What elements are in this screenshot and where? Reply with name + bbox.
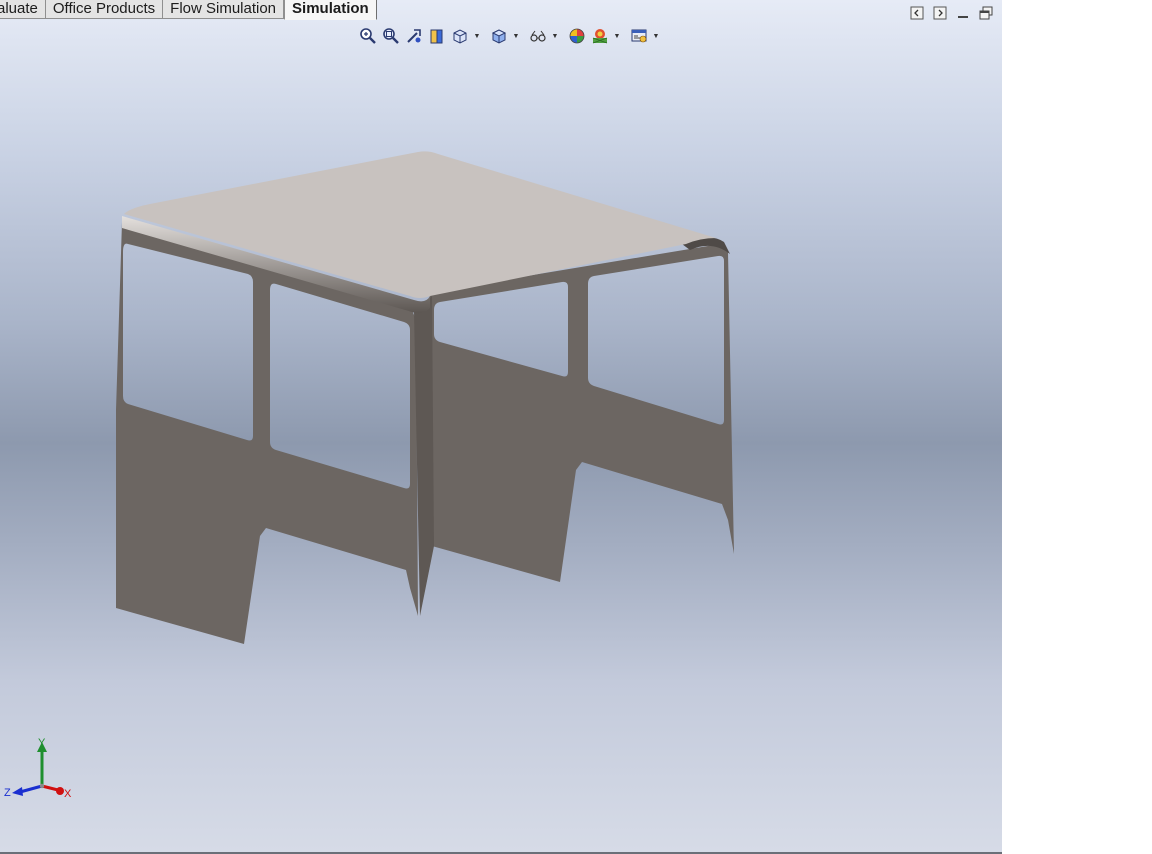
- section-view-button[interactable]: [427, 26, 447, 46]
- tile-right-icon: [933, 6, 947, 20]
- dynamic-annotation-button[interactable]: [450, 26, 470, 46]
- z-axis-label: Z: [4, 787, 11, 799]
- dynamic-annotation-icon: [453, 29, 467, 44]
- restore-icon: [979, 6, 993, 20]
- chevron-down-icon: ▼: [512, 32, 520, 40]
- reference-triad[interactable]: Y Z X: [2, 736, 78, 802]
- tab-evaluate[interactable]: aluate: [0, 0, 46, 19]
- view-settings-button[interactable]: [629, 26, 649, 46]
- minimize-button[interactable]: [954, 4, 972, 22]
- edit-appearance-icon: [569, 28, 585, 44]
- document-window-controls: [908, 4, 1000, 22]
- apply-scene-button[interactable]: [590, 26, 610, 46]
- right-side-panel[interactable]: [430, 244, 734, 582]
- view-orientation-dropdown[interactable]: ▼: [512, 26, 520, 46]
- dynamic-annotation-dropdown[interactable]: ▼: [473, 26, 481, 46]
- chevron-down-icon: ▼: [551, 32, 559, 40]
- tab-flow-simulation[interactable]: Flow Simulation: [163, 0, 285, 19]
- graphics-area[interactable]: aluate Office Products Flow Simulation S…: [0, 0, 1002, 852]
- restore-button[interactable]: [977, 4, 995, 22]
- command-manager-tabs: aluate Office Products Flow Simulation S…: [0, 0, 377, 20]
- tab-office-products[interactable]: Office Products: [45, 0, 164, 19]
- cab-model[interactable]: [0, 0, 1002, 852]
- z-axis-arrow: [19, 784, 43, 794]
- view-orientation-icon: [491, 29, 507, 44]
- solidworks-window: aluate Office Products Flow Simulation S…: [0, 0, 1152, 854]
- display-style-button[interactable]: [528, 26, 548, 46]
- x-axis-arrow: [41, 784, 59, 792]
- display-style-dropdown[interactable]: ▼: [551, 26, 559, 46]
- roof-panel[interactable]: [124, 151, 716, 298]
- tile-left-icon: [910, 6, 924, 20]
- y-axis-label: Y: [38, 737, 46, 749]
- chevron-down-icon: ▼: [652, 32, 660, 40]
- zoom-to-fit-icon: [360, 28, 376, 44]
- chevron-down-icon: ▼: [473, 32, 481, 40]
- chevron-down-icon: ▼: [613, 32, 621, 40]
- apply-scene-icon: [592, 29, 608, 44]
- display-style-icon: [530, 30, 546, 42]
- heads-up-view-toolbar: ▼ ▼ ▼ ▼ ▼: [358, 25, 668, 47]
- x-axis-label: X: [64, 788, 72, 800]
- apply-scene-dropdown[interactable]: ▼: [613, 26, 621, 46]
- previous-view-button[interactable]: [404, 26, 424, 46]
- zoom-to-area-button[interactable]: [381, 26, 401, 46]
- view-orientation-button[interactable]: [489, 26, 509, 46]
- tile-left-button[interactable]: [908, 4, 926, 22]
- tab-simulation[interactable]: Simulation: [284, 0, 377, 20]
- view-settings-icon: [631, 29, 647, 43]
- tile-right-button[interactable]: [931, 4, 949, 22]
- previous-view-icon: [407, 29, 421, 43]
- zoom-to-area-icon: [383, 28, 399, 44]
- minimize-icon: [958, 16, 968, 18]
- zoom-to-fit-button[interactable]: [358, 26, 378, 46]
- edit-appearance-button[interactable]: [567, 26, 587, 46]
- view-settings-dropdown[interactable]: ▼: [652, 26, 660, 46]
- section-view-icon: [430, 29, 443, 44]
